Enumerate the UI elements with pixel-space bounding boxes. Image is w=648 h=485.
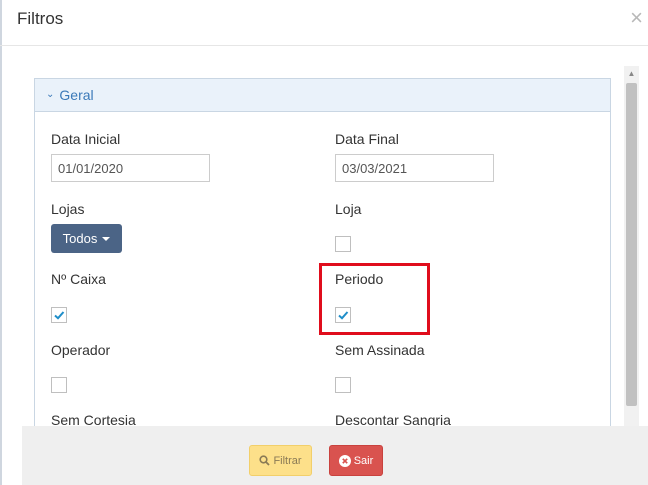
times-circle-icon — [338, 454, 351, 467]
filtrar-label: Filtrar — [273, 454, 302, 467]
operador-label: Operador — [51, 342, 111, 358]
geral-panel-toggle[interactable]: ⌄ Geral — [35, 79, 610, 112]
modal-title: Filtros — [17, 9, 64, 28]
sem-assinada-checkbox[interactable] — [335, 377, 351, 393]
data-final-label: Data Final — [335, 131, 399, 147]
data-inicial-label: Data Inicial — [51, 131, 121, 147]
scroll-up-arrow-icon[interactable]: ▲ — [624, 68, 639, 80]
geral-panel: ⌄ Geral Data Inicial Data Final Lojas To… — [34, 78, 611, 438]
close-icon[interactable]: × — [630, 6, 643, 30]
lojas-button-label: Todos — [62, 231, 98, 246]
panel-heading-label: Geral — [59, 87, 94, 103]
periodo-highlight-box — [319, 263, 430, 335]
sem-assinada-label: Sem Assinada — [335, 342, 425, 358]
loja-checkbox[interactable] — [335, 236, 351, 252]
filtrar-button[interactable]: Filtrar — [249, 445, 312, 476]
lojas-label: Lojas — [51, 201, 85, 217]
n-caixa-checkbox[interactable] — [51, 307, 67, 323]
modal-footer: Filtrar Sair — [22, 426, 648, 485]
scrollbar-thumb[interactable] — [626, 83, 637, 406]
modal-header: Filtros × — [0, 0, 648, 46]
lojas-dropdown-button[interactable]: Todos — [51, 224, 122, 253]
data-inicial-input[interactable] — [51, 154, 210, 182]
loja-label: Loja — [335, 201, 362, 217]
sair-label: Sair — [353, 454, 374, 467]
data-final-input[interactable] — [335, 154, 494, 182]
check-icon — [54, 311, 65, 320]
caret-down-icon — [102, 236, 111, 241]
left-window-edge — [0, 0, 2, 485]
scrollbar[interactable]: ▲ — [624, 66, 639, 426]
sair-button[interactable]: Sair — [329, 445, 383, 476]
n-caixa-label: Nº Caixa — [51, 271, 106, 287]
chevron-down-icon: ⌄ — [46, 88, 55, 100]
operador-checkbox[interactable] — [51, 377, 67, 393]
search-icon — [259, 455, 271, 466]
